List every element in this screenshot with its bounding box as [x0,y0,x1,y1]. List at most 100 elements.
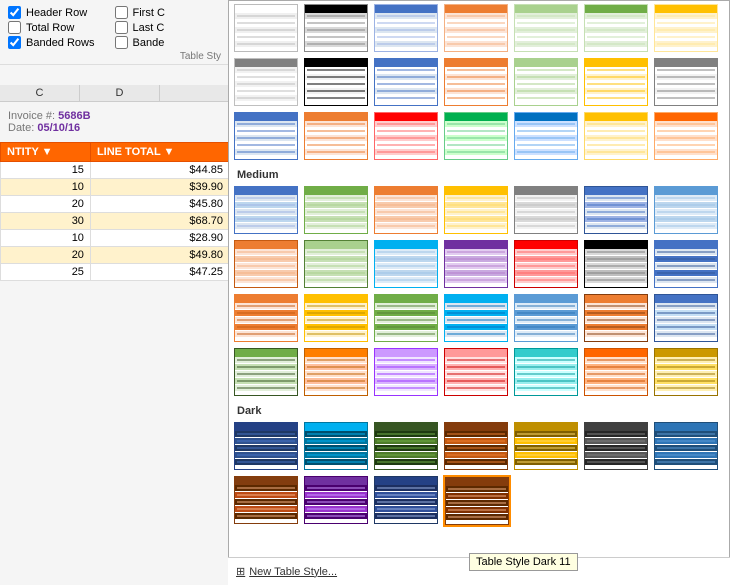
style-swatch[interactable] [583,185,651,237]
style-swatch[interactable] [373,185,441,237]
style-swatch[interactable] [653,293,721,345]
style-swatch[interactable] [303,421,371,473]
qty-cell: 25 [1,264,91,281]
style-swatch[interactable] [443,421,511,473]
style-swatch[interactable] [583,421,651,473]
style-swatch[interactable] [443,293,511,345]
last-col-checkbox[interactable] [115,21,128,34]
total-row-label: Total Row [26,22,74,34]
invoice-label: Invoice #: [8,110,58,122]
total-cell: $68.70 [90,213,229,230]
style-swatch[interactable] [233,293,301,345]
qty-cell: 15 [1,162,91,179]
style-swatch[interactable] [373,347,441,399]
style-swatch[interactable] [653,3,721,55]
style-swatch[interactable] [653,347,721,399]
style-swatch[interactable] [373,421,441,473]
style-swatch[interactable] [373,293,441,345]
style-swatch[interactable] [513,239,581,291]
style-swatch[interactable] [373,111,441,163]
style-swatch[interactable] [303,111,371,163]
style-swatch[interactable] [513,421,581,473]
first-col-label: First C [133,7,165,19]
header-row-checkbox[interactable] [8,6,21,19]
style-swatch[interactable] [233,239,301,291]
style-swatch[interactable] [443,111,511,163]
table-row: 10$39.90 [1,179,230,196]
style-swatch[interactable] [233,347,301,399]
style-swatch[interactable] [303,347,371,399]
qty-cell: 20 [1,247,91,264]
total-cell: $44.85 [90,162,229,179]
style-swatch[interactable] [233,111,301,163]
total-header: LINE TOTAL ▼ [90,143,229,162]
table-row: 10$28.90 [1,230,230,247]
options-grid: Header Row Total Row Banded Rows First C [8,4,221,51]
style-swatch[interactable] [373,239,441,291]
header-row-option: Header Row Total Row Banded Rows [8,4,115,51]
style-swatch[interactable] [513,111,581,163]
dark-section-label: Dark [229,401,729,419]
style-swatch[interactable] [583,3,651,55]
style-swatch[interactable] [513,347,581,399]
new-table-style-icon: ⊞ [236,565,245,578]
style-swatch[interactable] [303,3,371,55]
style-swatch[interactable] [303,57,371,109]
invoice-info: Invoice #: 5686B Date: 05/10/16 [0,102,230,142]
styles-dropdown[interactable]: Medium Dark [228,0,730,585]
table-row: 15$44.85 [1,162,230,179]
style-swatch[interactable] [233,57,301,109]
style-swatch[interactable] [443,239,511,291]
col-d-header: D [80,85,160,101]
invoice-date: 05/10/16 [37,122,80,134]
new-table-style-label: New Table Style... [249,566,337,578]
style-swatch[interactable] [443,57,511,109]
dark-styles-grid [229,419,729,529]
qty-header: NTITY ▼ [1,143,91,162]
style-swatch[interactable] [583,111,651,163]
style-swatch[interactable] [303,239,371,291]
style-swatch[interactable] [233,475,301,527]
new-table-style-button[interactable]: ⊞ New Table Style... [236,565,337,578]
banded-rows-checkbox[interactable] [8,36,21,49]
style-swatch[interactable] [233,3,301,55]
style-swatch[interactable] [583,347,651,399]
style-swatch[interactable] [513,57,581,109]
style-swatch[interactable] [583,293,651,345]
style-swatch[interactable] [583,239,651,291]
style-swatch[interactable] [303,293,371,345]
style-swatch[interactable] [583,57,651,109]
first-col-checkbox[interactable] [115,6,128,19]
style-swatch[interactable] [513,293,581,345]
date-label: Date: [8,122,37,134]
left-panel: Header Row Total Row Banded Rows First C [0,0,230,585]
total-row-checkbox[interactable] [8,21,21,34]
header-row-label: Header Row [26,7,87,19]
spreadsheet-area: C D Invoice #: 5686B Date: 05/10/16 NTIT… [0,85,230,585]
style-swatch[interactable] [513,185,581,237]
style-swatch[interactable] [233,421,301,473]
table-style-section-label: Table Sty [8,51,221,62]
style-swatch[interactable] [653,421,721,473]
style-swatch[interactable] [443,185,511,237]
style-swatch[interactable] [303,475,371,527]
style-swatch[interactable] [303,185,371,237]
style-swatch[interactable] [653,239,721,291]
style-swatch[interactable] [443,475,511,527]
style-swatch[interactable] [513,3,581,55]
style-swatch[interactable] [653,185,721,237]
column-options: First C Last C Bande [115,4,222,51]
invoice-table: NTITY ▼ LINE TOTAL ▼ 15$44.8510$39.90 20 $… [0,142,230,281]
style-swatch[interactable] [653,111,721,163]
style-swatch[interactable] [443,347,511,399]
style-swatch[interactable] [653,57,721,109]
banded-cols-checkbox[interactable] [115,36,128,49]
style-swatch[interactable] [373,57,441,109]
style-swatch[interactable] [373,3,441,55]
style-swatch[interactable] [443,3,511,55]
light-styles-grid [229,1,729,165]
banded-rows-label: Banded Rows [26,37,95,49]
style-swatch[interactable] [233,185,301,237]
total-cell: $39.90 [90,179,229,196]
style-swatch[interactable] [373,475,441,527]
